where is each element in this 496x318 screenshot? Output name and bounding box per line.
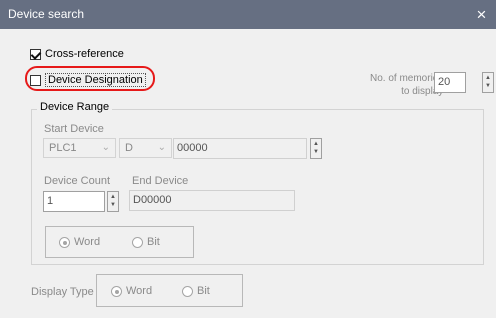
- device-count-spinner[interactable]: ▲ ▼: [107, 191, 119, 212]
- display-bit-radio-option[interactable]: Bit: [182, 285, 210, 297]
- start-device-input[interactable]: 00000: [173, 138, 307, 159]
- word-radio-option[interactable]: Word: [59, 236, 100, 248]
- bit-radio-option[interactable]: Bit: [132, 236, 160, 248]
- dialog-title: Device search: [8, 7, 85, 21]
- title-bar: Device search ×: [0, 0, 496, 29]
- end-device-label: End Device: [132, 175, 189, 187]
- bit-label: Bit: [147, 236, 160, 248]
- memories-label-line1: No. of memories: [370, 73, 444, 84]
- memories-input[interactable]: 20: [434, 72, 466, 93]
- display-word-label: Word: [126, 285, 153, 297]
- bit-radio[interactable]: [132, 236, 143, 248]
- close-icon[interactable]: ×: [467, 0, 496, 29]
- spin-up-icon: ▲: [485, 75, 491, 81]
- device-designation-checkbox[interactable]: [30, 74, 41, 86]
- plc-select[interactable]: PLC1 ⌄: [43, 138, 116, 158]
- memories-label: No. of memories to display: [370, 72, 443, 98]
- spin-up-icon: ▲: [313, 141, 319, 147]
- plc-select-value: PLC1: [49, 142, 77, 154]
- memories-spinner[interactable]: ▲ ▼: [482, 72, 494, 93]
- device-range-title: Device Range: [37, 101, 113, 113]
- spin-down-icon: ▼: [110, 202, 116, 208]
- display-bit-label: Bit: [197, 285, 210, 297]
- device-designation-label: Device Designation: [45, 73, 146, 87]
- start-device-spinner[interactable]: ▲ ▼: [310, 138, 322, 159]
- display-word-radio-option[interactable]: Word: [111, 285, 152, 297]
- display-word-radio[interactable]: [111, 285, 122, 297]
- cross-reference-label: Cross-reference: [45, 48, 124, 60]
- word-radio[interactable]: [59, 236, 70, 248]
- end-device-field: D00000: [129, 190, 295, 211]
- cross-reference-option[interactable]: Cross-reference: [30, 48, 124, 60]
- spin-up-icon: ▲: [110, 194, 116, 200]
- word-label: Word: [74, 236, 101, 248]
- display-type-label: Display Type: [31, 286, 94, 298]
- chevron-down-icon: ⌄: [157, 142, 166, 153]
- display-bit-radio[interactable]: [182, 285, 193, 297]
- spin-down-icon: ▼: [313, 149, 319, 155]
- spin-down-icon: ▼: [485, 83, 491, 89]
- device-search-dialog: Device search × Cross-reference Device D…: [0, 0, 496, 318]
- device-designation-option[interactable]: Device Designation: [30, 73, 146, 87]
- device-type-select[interactable]: D ⌄: [119, 138, 172, 158]
- device-count-input[interactable]: 1: [43, 191, 105, 212]
- start-device-label: Start Device: [44, 123, 104, 135]
- chevron-down-icon: ⌄: [101, 142, 110, 153]
- cross-reference-checkbox[interactable]: [30, 48, 41, 60]
- device-type-value: D: [125, 142, 133, 154]
- memories-label-line2: to display: [401, 86, 444, 97]
- device-count-label: Device Count: [44, 175, 111, 187]
